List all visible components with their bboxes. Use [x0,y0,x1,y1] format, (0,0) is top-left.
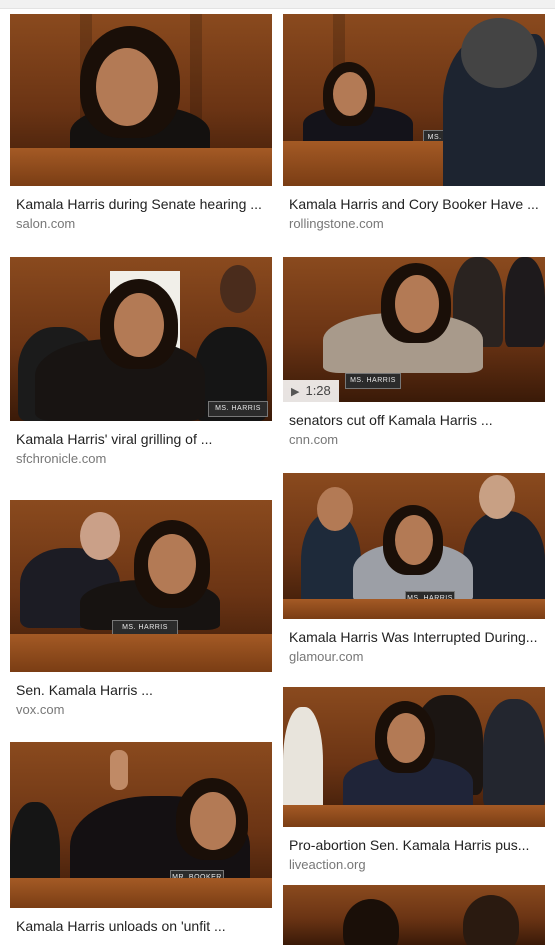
result-thumbnail[interactable] [10,14,272,186]
result-thumbnail[interactable]: MS. HARRIS [283,473,545,619]
result-card-rollingstone[interactable]: MS. HAR Kamala Harris and Cory Booker Ha… [283,14,545,234]
nameplate: MS. HARRIS [345,373,401,389]
result-thumbnail[interactable]: MS. HARRIS ▶ 1:28 [283,257,545,402]
result-title[interactable]: Kamala Harris during Senate hearing ... [16,196,272,212]
top-bar [0,0,555,9]
result-title[interactable]: Kamala Harris and Cory Booker Have ... [289,196,545,212]
result-card-salon[interactable]: Kamala Harris during Senate hearing ... … [10,14,272,234]
result-thumbnail[interactable] [283,885,545,945]
result-title[interactable]: senators cut off Kamala Harris ... [289,412,545,428]
result-source: liveaction.org [289,857,366,872]
video-duration-badge: ▶ 1:28 [283,380,339,402]
result-title[interactable]: Sen. Kamala Harris ... [16,682,272,698]
result-thumbnail[interactable]: MS. HARRIS [10,500,272,672]
results-column-left: Kamala Harris during Senate hearing ... … [10,14,272,942]
result-source: vox.com [16,702,65,717]
video-duration: 1:28 [305,383,331,398]
result-thumbnail[interactable]: MR. BOOKER [10,742,272,908]
result-source: salon.com [16,216,76,231]
result-card-sfchronicle[interactable]: MS. HARRIS Kamala Harris' viral grilling… [10,257,272,500]
result-card-unfit[interactable]: MR. BOOKER Kamala Harris unloads on 'unf… [10,742,272,942]
result-title[interactable]: Pro-abortion Sen. Kamala Harris pus... [289,837,545,853]
result-card-vox[interactable]: MS. HARRIS Sen. Kamala Harris ... vox.co… [10,500,272,720]
result-title[interactable]: Kamala Harris' viral grilling of ... [16,431,272,447]
nameplate: MS. HARRIS [208,401,268,417]
result-source: cnn.com [289,432,339,447]
result-card-glamour[interactable]: MS. HARRIS Kamala Harris Was Interrupted… [283,473,545,685]
result-thumbnail[interactable]: MS. HARRIS [10,257,272,421]
result-card-cnn[interactable]: MS. HARRIS ▶ 1:28 senators cut off Kamala… [283,257,545,450]
result-source: rollingstone.com [289,216,384,231]
result-source: glamour.com [289,649,364,664]
results-column-right: MS. HAR Kamala Harris and Cory Booker Ha… [283,14,545,945]
result-title[interactable]: Kamala Harris Was Interrupted During... [289,629,545,645]
result-thumbnail[interactable] [283,687,545,827]
result-title[interactable]: Kamala Harris unloads on 'unfit ... [16,918,272,934]
result-card-partial[interactable] [283,885,545,945]
result-card-liveaction[interactable]: Pro-abortion Sen. Kamala Harris pus... l… [283,687,545,885]
result-source: sfchronicle.com [16,451,107,466]
result-thumbnail[interactable]: MS. HAR [283,14,545,186]
play-icon: ▶ [291,386,300,398]
